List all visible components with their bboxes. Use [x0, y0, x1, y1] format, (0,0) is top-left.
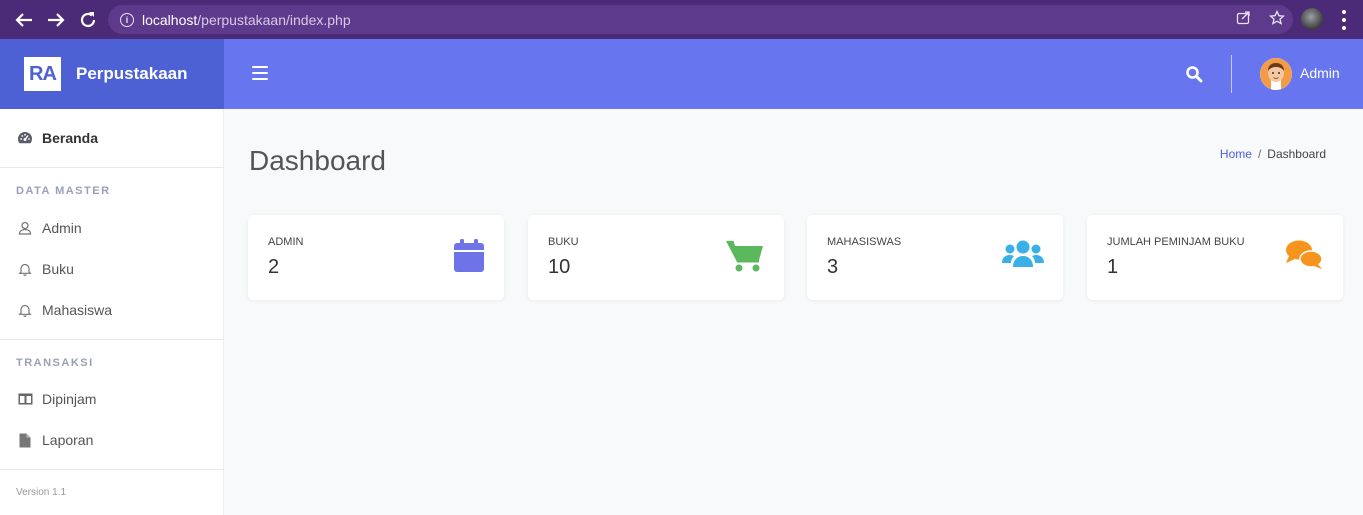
sidebar-item-buku[interactable]: Buku — [0, 254, 224, 284]
bell-icon — [17, 302, 33, 318]
breadcrumb-home-link[interactable]: Home — [1220, 147, 1252, 161]
stat-label: BUKU — [548, 236, 579, 248]
bell-icon — [17, 261, 33, 277]
stat-value: 10 — [548, 256, 571, 278]
comments-icon — [1285, 239, 1325, 275]
search-icon[interactable] — [1185, 65, 1203, 83]
site-info-icon[interactable]: i — [120, 12, 134, 27]
stat-label: MAHASISWAS — [827, 236, 902, 248]
stat-value: 1 — [1107, 256, 1119, 278]
sidebar-divider — [0, 167, 224, 168]
sidebar-item-label: Admin — [42, 220, 82, 236]
brand-logo: RA — [24, 57, 61, 91]
bookmark-star-icon[interactable] — [1268, 9, 1286, 30]
main-content: Dashboard Home / Dashboard ADMIN 2 BUKU 10… — [224, 109, 1363, 515]
topbar-divider — [1231, 55, 1232, 93]
sidebar-toggle-icon[interactable] — [252, 66, 268, 80]
sidebar-item-dipinjam[interactable]: Dipinjam — [0, 384, 224, 414]
gauge-icon — [17, 130, 33, 146]
breadcrumb-separator: / — [1257, 147, 1262, 161]
page-title: Dashboard — [249, 145, 386, 176]
sidebar-divider — [0, 469, 224, 470]
breadcrumb: Home / Dashboard — [1220, 147, 1326, 161]
stat-card-admin: ADMIN 2 — [248, 215, 504, 300]
stat-value: 3 — [827, 256, 839, 278]
browser-profile-avatar[interactable] — [1301, 8, 1323, 30]
sidebar-item-beranda[interactable]: Beranda — [0, 123, 224, 153]
sidebar-item-label: Laporan — [42, 432, 94, 448]
sidebar-item-mahasiswa[interactable]: Mahasiswa — [0, 295, 224, 325]
sidebar-item-admin[interactable]: Admin — [0, 213, 224, 243]
url-path: /perpustakaan/index.php — [197, 11, 351, 28]
user-avatar[interactable] — [1260, 58, 1292, 90]
calendar-icon — [454, 239, 494, 275]
breadcrumb-current: Dashboard — [1267, 147, 1326, 161]
topbar: Admin — [224, 39, 1363, 109]
sidebar-brand[interactable]: RA Perpustakaan — [0, 39, 224, 109]
stat-card-buku: BUKU 10 — [528, 215, 784, 300]
address-bar[interactable]: i localhost/perpustakaan/index.php — [108, 5, 1293, 34]
share-icon[interactable] — [1236, 10, 1251, 29]
stat-label: ADMIN — [268, 236, 304, 248]
back-arrow-icon[interactable] — [8, 4, 40, 36]
stat-label: JUMLAH PEMINJAM BUKU — [1107, 236, 1245, 248]
forward-arrow-icon[interactable] — [40, 4, 72, 36]
user-name[interactable]: Admin — [1300, 65, 1340, 81]
stat-value: 2 — [268, 256, 280, 278]
browser-menu-icon[interactable] — [1337, 10, 1351, 30]
sidebar: Beranda DATA MASTER Admin Buku Mahasiswa… — [0, 109, 224, 515]
sidebar-item-label: Dipinjam — [42, 391, 97, 407]
file-icon — [17, 432, 33, 448]
cart-icon — [726, 239, 766, 275]
sidebar-divider — [0, 339, 224, 340]
brand-name: Perpustakaan — [76, 64, 188, 83]
reload-icon[interactable] — [72, 4, 104, 36]
stat-card-mahasiswa: MAHASISWAS 3 — [807, 215, 1063, 300]
section-heading-data-master: DATA MASTER — [16, 185, 111, 197]
table-icon — [17, 391, 33, 407]
browser-toolbar: i localhost/perpustakaan/index.php — [0, 0, 1363, 39]
sidebar-item-label: Mahasiswa — [42, 302, 113, 318]
stat-card-peminjam: JUMLAH PEMINJAM BUKU 1 — [1087, 215, 1343, 300]
users-icon — [1002, 239, 1044, 275]
user-icon — [17, 220, 33, 236]
section-heading-transaksi: TRANSAKSI — [16, 357, 94, 369]
url-host: localhost — [142, 11, 198, 28]
sidebar-item-label: Buku — [42, 261, 74, 277]
sidebar-item-laporan[interactable]: Laporan — [0, 425, 224, 455]
sidebar-item-label: Beranda — [42, 130, 99, 146]
app-version: Version 1.1 — [16, 487, 67, 498]
